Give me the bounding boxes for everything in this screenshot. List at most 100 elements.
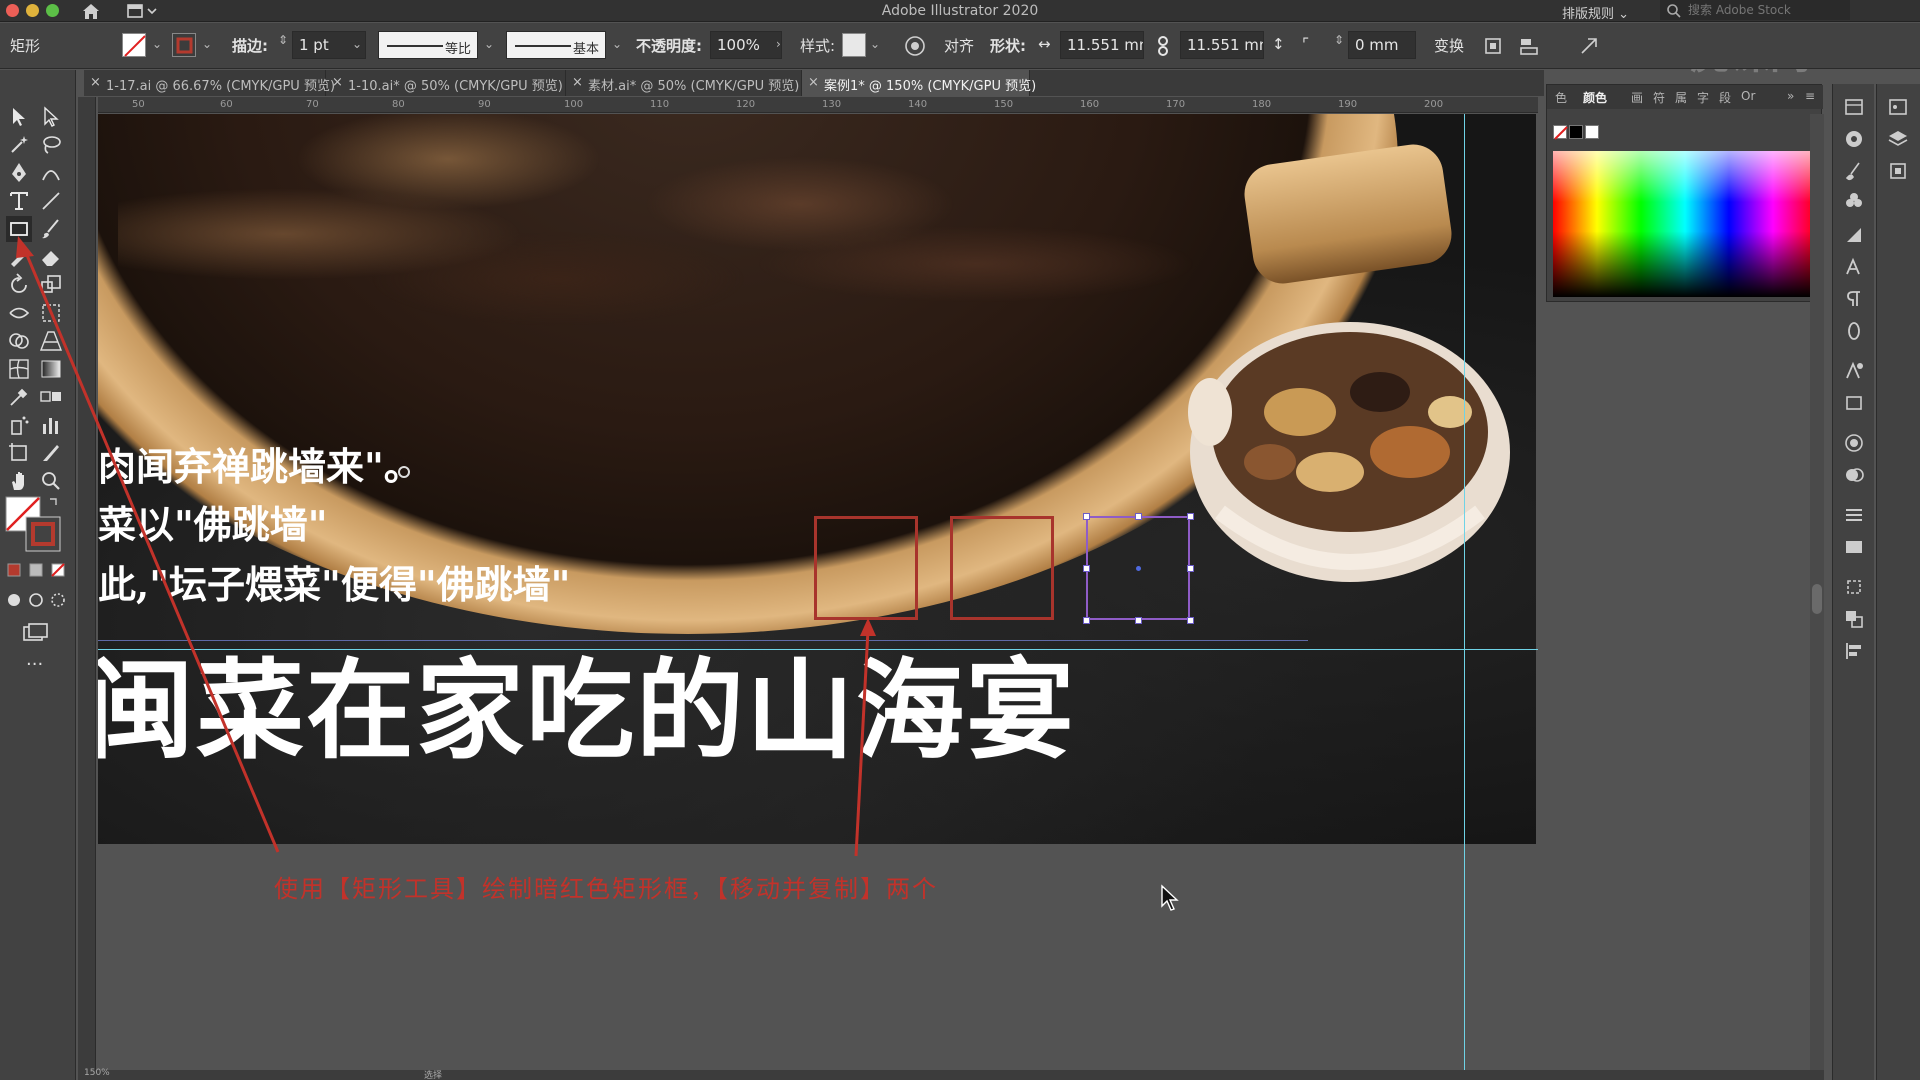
zoom-tool[interactable] <box>38 468 64 494</box>
shaper-tool[interactable] <box>6 244 32 270</box>
paragraph-panel-icon[interactable] <box>1843 288 1865 310</box>
color-panel[interactable]: 色 颜色 画 符 属 字 段 Or » ≡ <box>1546 84 1823 302</box>
stock-search[interactable] <box>1660 0 1850 22</box>
color-spectrum-picker[interactable] <box>1553 151 1817 297</box>
close-tab-icon[interactable]: × <box>332 75 343 90</box>
horizontal-ruler[interactable]: 50 60 70 80 90 100 110 120 130 140 150 1… <box>98 97 1538 113</box>
panel-tab[interactable]: Or <box>1741 89 1755 103</box>
white-swatch[interactable] <box>1585 125 1599 139</box>
symbols-panel-icon[interactable] <box>1843 192 1865 214</box>
pathfinder-panel-icon[interactable] <box>1843 608 1865 630</box>
black-swatch[interactable] <box>1569 125 1583 139</box>
paragraph-styles-panel-icon[interactable] <box>1843 392 1865 414</box>
resize-handle[interactable] <box>1135 617 1142 624</box>
gradient-tool[interactable] <box>38 356 64 382</box>
resize-handle[interactable] <box>1187 513 1194 520</box>
stroke-dropdown-chevron-icon[interactable]: ⌄ <box>202 37 212 51</box>
free-transform-tool[interactable] <box>38 300 64 326</box>
resize-handle[interactable] <box>1083 617 1090 624</box>
lasso-tool[interactable] <box>38 132 64 158</box>
perspective-grid-tool[interactable] <box>38 328 64 354</box>
stroke-stepper-icon[interactable]: ⇕ <box>278 33 288 47</box>
height-field[interactable]: 11.551 mm <box>1180 31 1264 59</box>
shape-builder-tool[interactable] <box>6 328 32 354</box>
align-to-icon[interactable] <box>1518 35 1540 57</box>
transparency-panel-icon[interactable] <box>1843 432 1865 454</box>
vertical-scrollbar[interactable] <box>1810 114 1824 1070</box>
constrain-proportions-link-icon[interactable] <box>1152 35 1174 57</box>
selected-rectangle-frame[interactable] <box>1083 513 1194 624</box>
color-mode-buttons[interactable] <box>6 560 70 580</box>
layers-panel-icon[interactable] <box>1887 128 1909 150</box>
panel-tab-color[interactable]: 颜色 <box>1583 89 1607 106</box>
corner-stepper-icon[interactable]: ⇕ <box>1334 33 1344 47</box>
eyedropper-tool[interactable] <box>6 384 32 410</box>
resize-handle[interactable] <box>1187 617 1194 624</box>
width-field[interactable]: 11.551 mm <box>1060 31 1144 59</box>
fill-swatch[interactable] <box>122 33 146 57</box>
opacity-arrow-icon[interactable]: › <box>776 37 781 51</box>
vertical-guide[interactable] <box>1464 114 1465 1070</box>
scrollbar-thumb[interactable] <box>1812 584 1822 614</box>
corner-radius-field[interactable]: 0 mm <box>1348 31 1416 59</box>
properties-panel-icon[interactable] <box>1887 96 1909 118</box>
curvature-tool[interactable] <box>38 160 64 186</box>
close-tab-icon[interactable]: × <box>90 75 101 90</box>
zoom-level[interactable]: 150% <box>84 1068 110 1078</box>
gradient-panel-icon[interactable] <box>1843 536 1865 558</box>
color-guide-panel-icon[interactable] <box>1843 464 1865 486</box>
panel-tab[interactable]: 符 <box>1653 89 1665 106</box>
panel-tab[interactable]: 色 <box>1555 89 1567 106</box>
column-graph-tool[interactable] <box>38 412 64 438</box>
edit-toolbar-more-icon[interactable]: ··· <box>26 654 43 675</box>
resize-handle[interactable] <box>1135 513 1142 520</box>
panel-collapse-icon[interactable]: » <box>1787 89 1794 103</box>
brush-chevron-icon[interactable]: ⌄ <box>612 37 622 51</box>
screen-mode-icon[interactable] <box>22 622 50 644</box>
mesh-tool[interactable] <box>6 356 32 382</box>
paintbrush-tool[interactable] <box>38 216 64 242</box>
close-tab-icon[interactable]: × <box>572 75 583 90</box>
stroke-weight-chevron-icon[interactable]: ⌄ <box>352 37 362 51</box>
selection-tool[interactable] <box>6 104 32 130</box>
body-text-line[interactable]: 肉闻弃禅跳墙来"。 <box>98 436 422 491</box>
doc-tab[interactable]: × 素材.ai* @ 50% (CMYK/GPU 预览) <box>566 70 802 96</box>
dark-red-rectangle-frame[interactable] <box>814 516 918 620</box>
panel-tab[interactable]: 段 <box>1719 89 1731 106</box>
variable-width-profile[interactable]: 等比 <box>378 31 478 59</box>
stroke-panel-icon[interactable] <box>1843 504 1865 526</box>
resize-handle[interactable] <box>1083 565 1090 572</box>
width-tool[interactable] <box>6 300 32 326</box>
graphic-style-swatch[interactable] <box>842 33 866 57</box>
horizontal-guide[interactable] <box>98 649 1538 650</box>
text-anchor-point[interactable] <box>398 466 410 478</box>
rectangle-tool-active[interactable] <box>6 216 32 242</box>
opacity-field[interactable]: 100% <box>710 31 782 59</box>
stroke-swatch[interactable] <box>172 33 196 57</box>
vertical-ruler[interactable] <box>78 97 96 1070</box>
panel-tab[interactable]: 画 <box>1631 89 1643 106</box>
slice-tool[interactable] <box>38 440 64 466</box>
profile-chevron-icon[interactable]: ⌄ <box>484 37 494 51</box>
none-swatch[interactable] <box>1553 125 1568 140</box>
small-pot-photo[interactable] <box>1180 282 1520 602</box>
body-text-line[interactable]: 此,"坛子煨菜"便得"佛跳墙" <box>98 554 570 609</box>
draw-mode-buttons[interactable] <box>6 590 70 610</box>
doc-tab-active[interactable]: × 案例1* @ 150% (CMYK/GPU 预览) <box>802 70 1036 96</box>
panel-tab[interactable]: 属 <box>1675 89 1687 106</box>
scale-tool[interactable] <box>38 272 64 298</box>
doc-tab[interactable]: × 1-17.ai @ 66.67% (CMYK/GPU 预览) <box>84 70 335 96</box>
magic-wand-tool[interactable] <box>6 132 32 158</box>
panel-tab[interactable]: 字 <box>1697 89 1709 106</box>
shape-label[interactable]: 形状: <box>990 35 1026 56</box>
character-styles-panel-icon[interactable] <box>1843 360 1865 382</box>
eraser-tool[interactable] <box>38 244 64 270</box>
close-tab-icon[interactable]: × <box>808 75 819 90</box>
canvas[interactable]: 肉闻弃禅跳墙来"。 菜以"佛跳墙" 此,"坛子煨菜"便得"佛跳墙" 闽菜在家吃的… <box>98 114 1538 1070</box>
fill-stroke-widget[interactable] <box>4 495 64 555</box>
resize-handle[interactable] <box>1187 565 1194 572</box>
line-segment-tool[interactable] <box>38 188 64 214</box>
transform-button[interactable]: 变换 <box>1434 35 1464 56</box>
stroke-label[interactable]: 描边: <box>232 35 268 56</box>
dark-red-rectangle-frame[interactable] <box>950 516 1054 620</box>
